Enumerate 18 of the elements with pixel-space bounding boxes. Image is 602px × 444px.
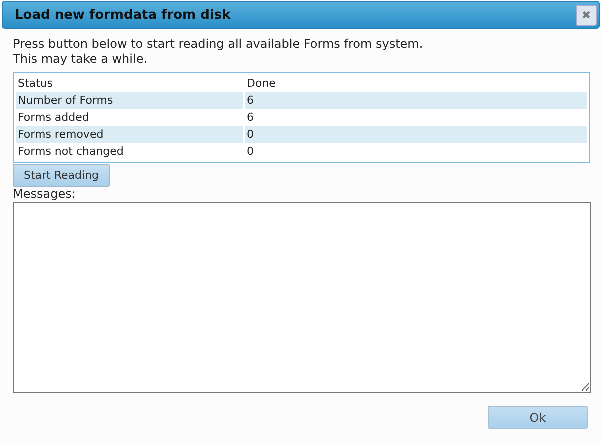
table-cell-text: Forms added <box>17 111 90 124</box>
table-cell-text: 0 <box>246 128 255 141</box>
table-cell-text: Done <box>246 77 277 90</box>
table-cell-text: Forms removed <box>17 128 105 141</box>
instruction-text: Press button below to start reading all available Forms from system. <box>13 37 424 52</box>
table-cell-text: Status <box>17 77 54 90</box>
table-cell-text: Forms not changed <box>17 145 125 158</box>
table-cell-text: 6 <box>246 111 255 124</box>
table-cell-text: 6 <box>246 94 255 107</box>
close-button[interactable]: ✖ <box>576 4 597 26</box>
ok-button[interactable]: Ok <box>488 406 588 429</box>
messages-field[interactable] <box>13 202 591 393</box>
messages-label: Messages: <box>13 187 77 201</box>
table-cell-text: 0 <box>246 145 255 158</box>
table-cell-text: Number of Forms <box>17 94 114 107</box>
start-reading-button[interactable]: Start Reading <box>13 164 110 187</box>
window-title: Load new formdata from disk <box>15 8 231 22</box>
instruction-text: This may take a while. <box>13 52 149 67</box>
